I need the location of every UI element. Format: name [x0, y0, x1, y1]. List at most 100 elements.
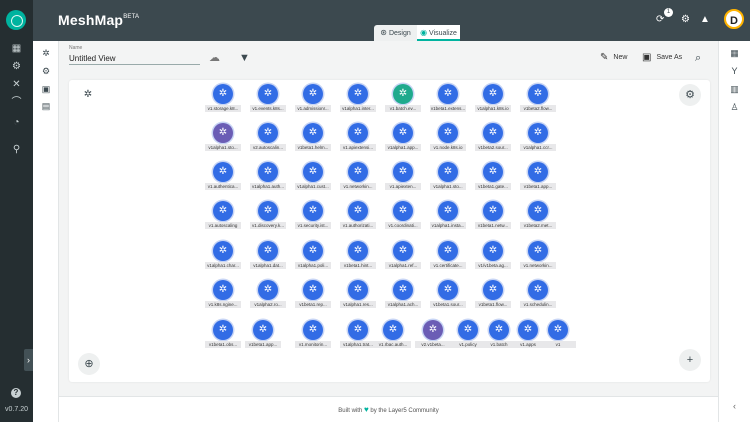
resource-node[interactable]: v1alpha1.auth... [250, 162, 290, 192]
accessibility-icon[interactable]: ♙ [729, 102, 740, 113]
resource-node[interactable]: v1.schedulin... [520, 280, 560, 310]
resource-node[interactable]: v1beta1.obs... [205, 320, 245, 350]
node-label: v1beta1.extens... [430, 105, 466, 112]
kubernetes-filter-icon[interactable]: ✲ [77, 84, 99, 106]
add-icon[interactable]: + [679, 349, 701, 371]
resource-node[interactable]: v1.batch.ev... [385, 84, 425, 114]
bundle-icon[interactable]: ▣ [41, 84, 51, 94]
resource-node[interactable]: v1beta1.app... [520, 162, 560, 192]
resource-node[interactable]: v1alpha1.inter... [340, 84, 380, 114]
kubernetes-icon[interactable]: ✲ [41, 48, 51, 58]
save-as-button-label: Save As [656, 54, 683, 61]
settings-icon[interactable]: ⚙ [681, 13, 690, 27]
resource-node[interactable]: v1beta2.sour... [475, 123, 515, 153]
resource-node[interactable]: v1.apiexten... [385, 162, 425, 192]
visualizer-canvas[interactable]: ✲ ⚙ ⊕ + v1.storage.k8... v1.events.k8s...… [69, 80, 710, 382]
cloud-icon[interactable]: ☁ [209, 52, 220, 64]
resource-node[interactable]: v1.monitorin... [295, 320, 335, 350]
resource-node[interactable]: v1alpha1.poli... [295, 241, 335, 271]
resource-node[interactable]: v1beta1.netw... [475, 201, 515, 231]
resource-node[interactable]: v1alpha1.ach... [385, 280, 425, 310]
resource-node[interactable]: v1.authorizati... [340, 201, 380, 231]
fork-icon[interactable]: Y [729, 66, 740, 77]
resource-node[interactable]: v1 [540, 320, 580, 350]
pin-icon[interactable]: ⚲ [11, 145, 22, 155]
node-label: v1.apiextensi... [340, 144, 376, 151]
resource-node[interactable]: v1.events.k8s... [250, 84, 290, 114]
resource-node[interactable]: v1.discovery.k... [250, 201, 290, 231]
meshery-logo-icon[interactable] [6, 10, 26, 30]
resource-node[interactable]: v1alpha1.k8s.io [475, 84, 515, 114]
resource-node[interactable]: v1.admissionr... [295, 84, 335, 114]
resource-node[interactable]: v1alpha1.cust... [295, 162, 335, 192]
dashboard-icon[interactable]: ▦ [11, 44, 22, 54]
resource-node[interactable]: v1.authentica... [205, 162, 245, 192]
user-avatar[interactable]: D [724, 9, 744, 29]
new-button[interactable]: ✎ New [600, 52, 627, 64]
resource-node[interactable]: v1.certificate... [430, 241, 470, 271]
resource-node[interactable]: v1beta1.extens... [430, 84, 470, 114]
resource-node[interactable]: v1.apiextensi... [340, 123, 380, 153]
resource-node[interactable]: v1alpha1.sto... [205, 123, 245, 153]
resource-node[interactable]: v1.networkin... [340, 162, 380, 192]
tools-icon[interactable]: ✕ [11, 80, 22, 90]
resource-node[interactable]: v1beta1.gate... [475, 162, 515, 192]
node-label: v1alpha1.ach... [385, 301, 421, 308]
resource-node[interactable]: v1/v1beta.ag... [475, 241, 515, 271]
resource-node[interactable]: v1beta1.hint... [340, 241, 380, 271]
settings-cog-icon[interactable]: ⚙ [11, 62, 22, 72]
resource-node[interactable]: v1.autoscaling [205, 201, 245, 231]
cog-icon[interactable]: ⚙ [41, 66, 51, 76]
resource-node[interactable]: v1beta1.rep... [295, 280, 335, 310]
resource-node[interactable]: v1alpha1.app... [385, 123, 425, 153]
notifications-button[interactable]: ⟳ 1 [656, 8, 673, 27]
resource-node[interactable]: v1.node.k8s.io [430, 123, 470, 153]
performance-icon[interactable]: ◔ [11, 118, 22, 128]
resource-node[interactable]: v2.v1beta... [415, 320, 455, 350]
chart-icon[interactable]: ▥ [729, 84, 740, 95]
resource-node[interactable]: v1.networkin... [520, 241, 560, 271]
resource-node[interactable]: v1alpha1.trat... [340, 320, 380, 350]
expand-rail-chevron-icon[interactable]: › [24, 349, 33, 371]
resource-node[interactable]: v1.rbac.auth... [375, 320, 415, 350]
resource-node[interactable]: v1beta2.flow... [520, 84, 560, 114]
grid-icon[interactable]: ▦ [729, 48, 740, 59]
image-icon[interactable]: ▤ [41, 101, 51, 111]
resource-node[interactable]: v1.storage.k8... [205, 84, 245, 114]
visualize-mode-button[interactable]: ◉ Visualize [417, 25, 460, 41]
resource-node[interactable]: v1beta1.flow... [475, 280, 515, 310]
resource-node[interactable]: v1alpha1.res... [340, 280, 380, 310]
save-as-button[interactable]: ▣ Save As [642, 52, 682, 64]
resource-node[interactable]: v1beta1.app... [245, 320, 285, 350]
node-label: v1.k8s.ngine... [205, 301, 241, 308]
resource-node[interactable]: v1alpha1.ref... [385, 241, 425, 271]
help-icon[interactable]: ? [11, 388, 21, 398]
filter-icon[interactable]: ▼ [239, 52, 250, 64]
canvas-settings-icon[interactable]: ⚙ [679, 84, 701, 106]
resource-node[interactable]: v1.k8s.ngine... [205, 280, 245, 310]
resource-node[interactable]: v1.security.ist... [295, 201, 335, 231]
search-icon[interactable]: ⌕ [695, 52, 701, 64]
bell-icon[interactable]: ▲ [700, 13, 710, 27]
node-label: v1.monitorin... [295, 341, 331, 348]
heart-icon: ♥ [363, 405, 369, 414]
node-label: v1beta1.hint... [340, 262, 376, 269]
collapse-chevron-icon[interactable]: ‹ [729, 401, 740, 412]
zoom-icon[interactable]: ⊕ [78, 353, 100, 375]
resource-node[interactable]: v1alpha2.ro... [250, 280, 290, 310]
brand-name: MeshMap [58, 12, 124, 28]
resource-node[interactable]: v1alpha1.sto... [430, 162, 470, 192]
lifecycle-icon[interactable]: ⌒ [11, 98, 22, 108]
resource-node[interactable]: v2.autoscalin... [250, 123, 290, 153]
node-label: v1.schedulin... [520, 301, 556, 308]
resource-node[interactable]: v1beta1.helm... [295, 123, 335, 153]
resource-node[interactable]: v1alpha1.char... [205, 241, 245, 271]
resource-node[interactable]: v1beta1.sour... [430, 280, 470, 310]
resource-node[interactable]: v1beta2.met... [520, 201, 560, 231]
design-name-input[interactable] [69, 52, 200, 65]
resource-node[interactable]: v1alpha1.ccr... [520, 123, 560, 153]
resource-node[interactable]: v1.coordinati... [385, 201, 425, 231]
design-mode-button[interactable]: ⊛ Design [374, 25, 417, 41]
resource-node[interactable]: v1alpha1.insta... [430, 201, 470, 231]
resource-node[interactable]: v1alpha1.dat... [250, 241, 290, 271]
